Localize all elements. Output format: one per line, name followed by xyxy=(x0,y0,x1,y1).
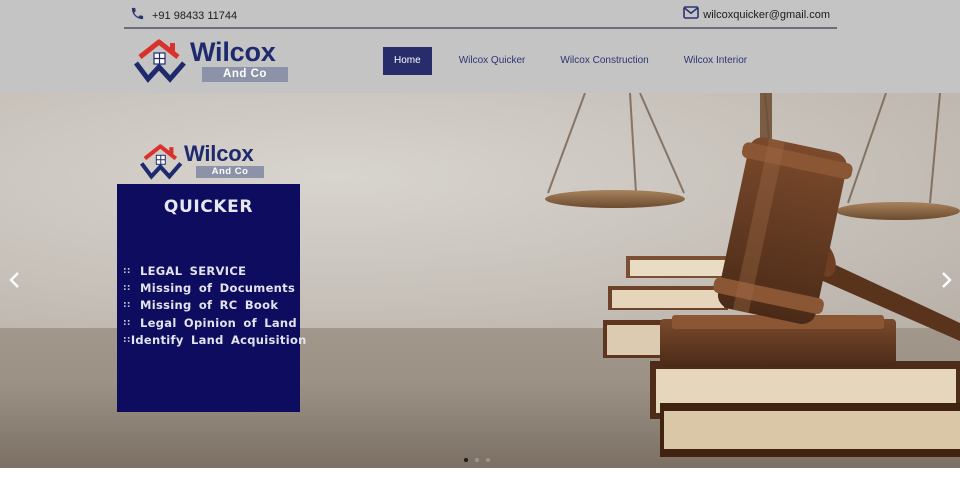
bullet-icon: :: xyxy=(123,282,131,293)
site-header: +91 98433 11744 wilcoxquicker@gmail.com … xyxy=(0,0,960,93)
nav-wilcox-construction[interactable]: Wilcox Construction xyxy=(547,47,661,75)
bullet-icon: :: xyxy=(123,334,131,345)
slider-dot-3[interactable] xyxy=(486,458,490,462)
slider-next-button[interactable] xyxy=(936,270,956,290)
contact-bar: +91 98433 11744 wilcoxquicker@gmail.com xyxy=(124,0,837,29)
slider-prev-button[interactable] xyxy=(5,270,25,290)
mail-icon xyxy=(683,6,700,24)
nav-wilcox-quicker[interactable]: Wilcox Quicker xyxy=(446,47,539,75)
list-item: :: Missing of Documents xyxy=(123,280,296,295)
house-logo-icon xyxy=(134,39,186,83)
bullet-icon: :: xyxy=(123,300,131,311)
slide-logo-subtext: And Co xyxy=(196,166,264,178)
chevron-right-icon xyxy=(936,272,956,294)
site-logo[interactable]: Wilcox And Co xyxy=(134,37,294,83)
list-item: :: Missing of RC Book xyxy=(123,298,279,313)
bullet-icon: :: xyxy=(123,265,131,276)
services-card-title: QUICKER xyxy=(163,197,254,217)
email-address: wilcoxquicker@gmail.com xyxy=(703,9,830,21)
bullet-icon: :: xyxy=(123,317,131,328)
list-item: :: Legal Opinion of Land xyxy=(123,315,297,330)
slider-dot-1[interactable] xyxy=(464,458,468,462)
phone-icon xyxy=(130,6,145,26)
slider-pagination xyxy=(464,458,490,462)
nav-home[interactable]: Home xyxy=(383,47,432,75)
phone-link[interactable]: +91 98433 11744 xyxy=(130,6,237,26)
services-card: QUICKER :: LEGAL SERVICE :: Missing of Doc… xyxy=(117,184,307,412)
services-list: :: LEGAL SERVICE :: Missing of Documents :… xyxy=(123,262,307,348)
slide-logo: Wilcox And Co xyxy=(140,142,280,180)
main-nav: Home Wilcox Quicker Wilcox Construction … xyxy=(383,47,769,75)
logo-text: Wilcox xyxy=(190,37,276,67)
house-logo-icon xyxy=(140,144,183,180)
phone-number: +91 98433 11744 xyxy=(152,10,238,22)
slider-dot-2[interactable] xyxy=(475,458,479,462)
nav-wilcox-interior[interactable]: Wilcox Interior xyxy=(671,47,760,75)
list-item: :: Identify Land Acquisition xyxy=(123,332,307,347)
logo-subtext: And Co xyxy=(202,67,288,82)
email-link[interactable]: wilcoxquicker@gmail.com xyxy=(683,6,830,24)
slide-logo-text: Wilcox xyxy=(184,141,254,166)
list-item: :: LEGAL SERVICE xyxy=(123,263,247,278)
chevron-left-icon xyxy=(5,272,25,294)
